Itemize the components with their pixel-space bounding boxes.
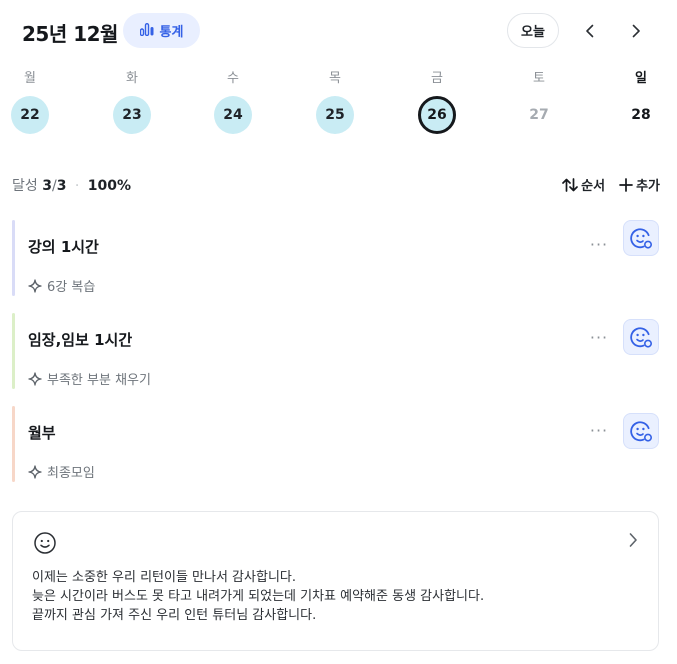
journal-text: 이제는 소중한 우리 리턴이들 만나서 감사합니다. 늦은 시간이라 버스도 못… <box>32 568 484 625</box>
weekday-label: 월 <box>24 71 36 86</box>
chevron-right-icon <box>632 24 640 37</box>
chevron-left-icon <box>586 24 594 37</box>
task-item[interactable]: 강의 1시간 6강 복습 ··· <box>12 220 660 296</box>
calendar-header: 25년 12월 통계 오늘 <box>20 13 660 49</box>
smile-icon <box>34 532 56 554</box>
stats-label: 통계 <box>159 25 184 40</box>
gratitude-journal-card[interactable]: 이제는 소중한 우리 리턴이들 만나서 감사합니다. 늦은 시간이라 버스도 못… <box>12 511 659 651</box>
date-cell-selected[interactable]: 26 <box>418 96 456 134</box>
next-week-button[interactable] <box>621 13 651 48</box>
task-note: 6강 복습 <box>28 276 95 295</box>
add-emoji-icon <box>630 421 653 442</box>
sort-button[interactable]: 순서 <box>562 175 605 194</box>
task-color-bar <box>12 313 15 389</box>
summary-total: 3 <box>56 178 67 194</box>
date-cell[interactable]: 27 <box>520 96 558 134</box>
task-actions: 순서 추가 <box>562 175 660 194</box>
achievement-summary: 달성 3/3 · 100% <box>12 175 131 195</box>
bar-chart-icon <box>139 21 154 40</box>
task-note-text: 최종모임 <box>47 466 95 481</box>
task-note: 부족한 부분 채우기 <box>28 369 151 388</box>
task-more-button[interactable]: ··· <box>585 323 613 351</box>
sparkle-icon <box>28 371 42 386</box>
prev-week-button[interactable] <box>575 13 605 48</box>
task-title: 강의 1시간 <box>28 238 99 256</box>
chevron-right-icon <box>629 533 637 547</box>
summary-label: 달성 <box>12 178 38 194</box>
month-title: 25년 12월 <box>22 22 118 46</box>
task-note-text: 6강 복습 <box>47 280 96 295</box>
task-more-button[interactable]: ··· <box>585 230 613 258</box>
journal-line: 이제는 소중한 우리 리턴이들 만나서 감사합니다. <box>32 570 296 585</box>
sort-arrows-icon <box>562 177 579 192</box>
date-cell[interactable]: 23 <box>113 96 151 134</box>
date-cell[interactable]: 24 <box>214 96 252 134</box>
task-note-text: 부족한 부분 채우기 <box>47 373 151 388</box>
add-label: 추가 <box>636 179 660 194</box>
add-emoji-icon <box>630 327 653 348</box>
journal-line: 끝까지 관심 가져 주신 우리 인턴 튜터님 감사합니다. <box>32 608 317 623</box>
weekday-label: 목 <box>329 71 341 86</box>
task-title: 임장,임보 1시간 <box>28 331 133 349</box>
task-emoji-button[interactable] <box>623 413 659 449</box>
today-button[interactable]: 오늘 <box>507 13 559 48</box>
add-button[interactable]: 추가 <box>619 175 660 194</box>
task-note: 최종모임 <box>28 462 95 481</box>
task-title: 월부 <box>28 424 56 442</box>
summary-separator: · <box>74 178 80 194</box>
date-row: 22 23 24 25 26 27 28 <box>10 96 660 136</box>
journal-line: 늦은 시간이라 버스도 못 타고 내려가게 되었는데 기차표 예약해준 동생 감… <box>32 589 485 604</box>
task-color-bar <box>12 406 15 482</box>
task-emoji-button[interactable] <box>623 319 659 355</box>
weekday-label: 수 <box>227 71 239 86</box>
sort-label: 순서 <box>581 179 606 194</box>
plus-icon <box>619 177 633 192</box>
sparkle-icon <box>28 278 42 293</box>
weekday-label: 금 <box>431 71 443 86</box>
stats-button[interactable]: 통계 <box>123 13 200 48</box>
summary-done: 3 <box>42 178 52 194</box>
sparkle-icon <box>28 464 42 479</box>
weekday-label: 일 <box>635 71 647 86</box>
task-item[interactable]: 임장,임보 1시간 부족한 부분 채우기 ··· <box>12 313 660 389</box>
weekday-label: 토 <box>533 71 545 86</box>
add-emoji-icon <box>630 228 653 249</box>
task-emoji-button[interactable] <box>623 220 659 256</box>
date-cell[interactable]: 25 <box>316 96 354 134</box>
date-cell[interactable]: 28 <box>622 96 660 134</box>
date-cell[interactable]: 22 <box>11 96 49 134</box>
weekday-row: 월 화 수 목 금 토 일 <box>10 67 660 87</box>
task-color-bar <box>12 220 15 296</box>
summary-percent: 100% <box>87 178 132 194</box>
weekday-label: 화 <box>126 71 138 86</box>
task-item[interactable]: 월부 최종모임 ··· <box>12 406 660 482</box>
task-more-button[interactable]: ··· <box>585 416 613 444</box>
